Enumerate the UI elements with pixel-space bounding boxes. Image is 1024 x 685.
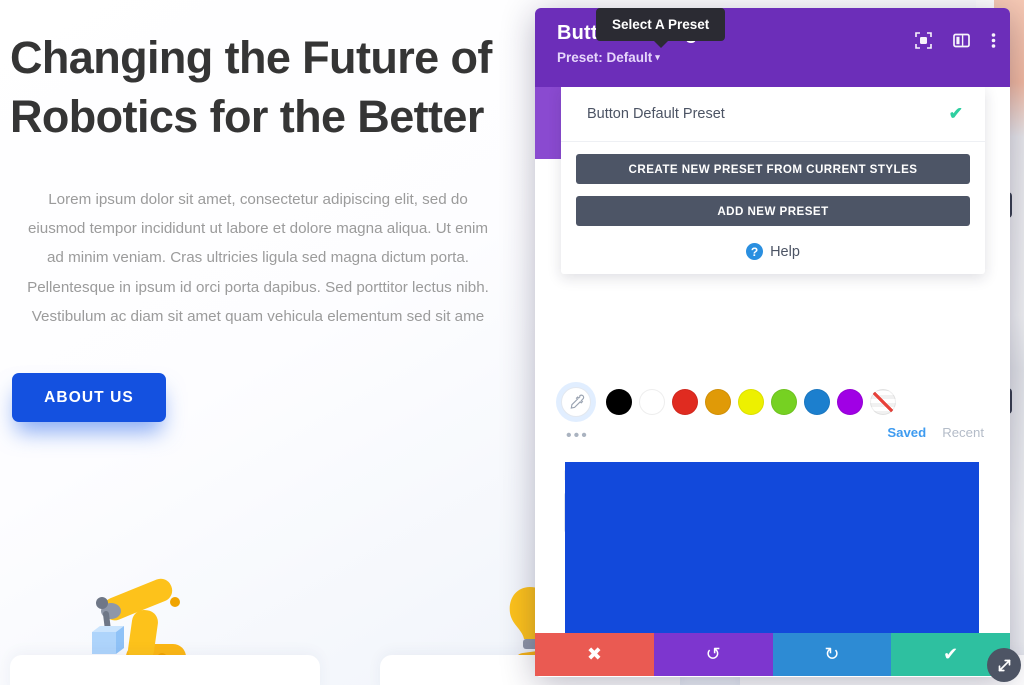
tab-saved[interactable]: Saved xyxy=(887,425,926,440)
help-label: Help xyxy=(770,243,800,260)
about-us-button[interactable]: ABOUT US xyxy=(12,373,166,422)
cancel-button[interactable]: ✖ xyxy=(535,633,654,676)
preset-item-label: Button Default Preset xyxy=(587,106,725,122)
swatch-yellow[interactable] xyxy=(738,389,764,415)
swatch-orange[interactable] xyxy=(705,389,731,415)
color-palette-row xyxy=(535,387,1010,417)
preset-selector[interactable]: Preset: Default ▾ xyxy=(557,50,660,65)
eyedropper-icon[interactable] xyxy=(561,387,591,417)
hero-paragraph: Lorem ipsum dolor sit amet, consectetur … xyxy=(27,190,489,326)
resize-handle-icon[interactable] xyxy=(987,648,1021,682)
modal-header-icons xyxy=(915,32,996,49)
palette-tabs: Saved Recent xyxy=(887,425,984,440)
focus-view-icon[interactable] xyxy=(915,32,932,49)
swatch-green[interactable] xyxy=(771,389,797,415)
swatch-white[interactable] xyxy=(639,389,665,415)
chevron-down-icon: ▾ xyxy=(655,52,660,62)
undo-button[interactable]: ↺ xyxy=(653,633,773,676)
tab-recent[interactable]: Recent xyxy=(942,425,984,440)
palette-more-button[interactable]: ••• xyxy=(566,428,589,444)
swatch-blue[interactable] xyxy=(804,389,830,415)
page-title: Changing the Future of Robotics for the … xyxy=(10,32,492,143)
preset-dropdown-panel: Button Default Preset ✔ CREATE NEW PRESE… xyxy=(561,87,985,274)
redo-button[interactable]: ↻ xyxy=(772,633,892,676)
swatch-purple[interactable] xyxy=(837,389,863,415)
modal-action-bar: ✖ ↺ ↻ ✔ xyxy=(535,633,1010,676)
question-mark-icon: ? xyxy=(746,243,764,260)
more-options-icon[interactable] xyxy=(991,32,996,49)
check-icon: ✔ xyxy=(948,104,963,123)
page-bottom-card xyxy=(10,655,320,685)
hero-section: Changing the Future of Robotics for the … xyxy=(0,28,516,331)
create-new-preset-button[interactable]: CREATE NEW PRESET FROM CURRENT STYLES xyxy=(576,154,970,184)
help-link[interactable]: ? Help xyxy=(561,243,985,260)
layout-columns-icon[interactable] xyxy=(953,32,970,49)
add-new-preset-button[interactable]: ADD NEW PRESET xyxy=(576,196,970,226)
swatch-red[interactable] xyxy=(672,389,698,415)
swatch-black[interactable] xyxy=(606,389,632,415)
preset-selector-label: Preset: Default xyxy=(557,50,653,65)
preset-list-item[interactable]: Button Default Preset ✔ xyxy=(561,87,985,142)
swatch-transparent[interactable] xyxy=(870,389,896,415)
preset-tooltip: Select A Preset xyxy=(596,8,726,48)
background-color-preview[interactable] xyxy=(565,462,979,637)
